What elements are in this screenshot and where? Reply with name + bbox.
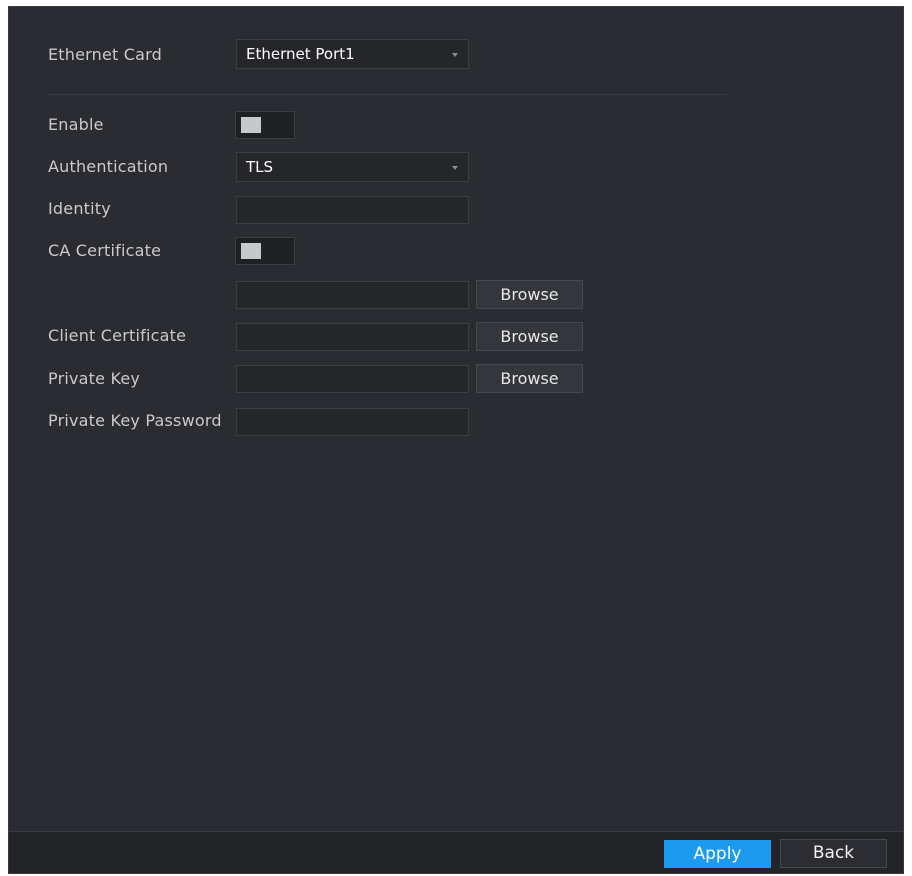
- footer-bar: Apply Back: [9, 831, 903, 873]
- toggle-knob: [241, 117, 261, 133]
- toggle-knob: [241, 243, 261, 259]
- private-key-password-input[interactable]: [236, 408, 469, 436]
- section-divider: [47, 94, 727, 95]
- authentication-label: Authentication: [48, 157, 169, 176]
- enable-toggle[interactable]: [235, 111, 295, 139]
- private-key-file-input[interactable]: [236, 365, 469, 393]
- private-key-password-label: Private Key Password: [48, 411, 222, 430]
- ca-certificate-toggle[interactable]: [235, 237, 295, 265]
- apply-button[interactable]: Apply: [664, 840, 771, 868]
- identity-label: Identity: [48, 199, 111, 218]
- chevron-down-icon: [452, 166, 458, 170]
- client-certificate-label: Client Certificate: [48, 326, 187, 345]
- ethernet-card-select[interactable]: Ethernet Port1: [236, 39, 469, 69]
- client-certificate-browse-button[interactable]: Browse: [476, 322, 583, 351]
- authentication-select[interactable]: TLS: [236, 152, 469, 182]
- private-key-label: Private Key: [48, 369, 141, 388]
- identity-input[interactable]: [236, 196, 469, 224]
- ethernet-card-label: Ethernet Card: [48, 45, 163, 64]
- enable-label: Enable: [48, 115, 104, 134]
- network-settings-panel: Ethernet Card Ethernet Port1 Enable Auth…: [8, 6, 904, 874]
- ca-certificate-browse-button[interactable]: Browse: [476, 280, 583, 309]
- ca-certificate-label: CA Certificate: [48, 241, 162, 260]
- authentication-value: TLS: [246, 158, 274, 176]
- client-certificate-file-input[interactable]: [236, 323, 469, 351]
- ethernet-card-value: Ethernet Port1: [246, 45, 355, 63]
- back-button[interactable]: Back: [780, 839, 887, 868]
- private-key-browse-button[interactable]: Browse: [476, 364, 583, 393]
- chevron-down-icon: [452, 53, 458, 57]
- ca-certificate-file-input[interactable]: [236, 281, 469, 309]
